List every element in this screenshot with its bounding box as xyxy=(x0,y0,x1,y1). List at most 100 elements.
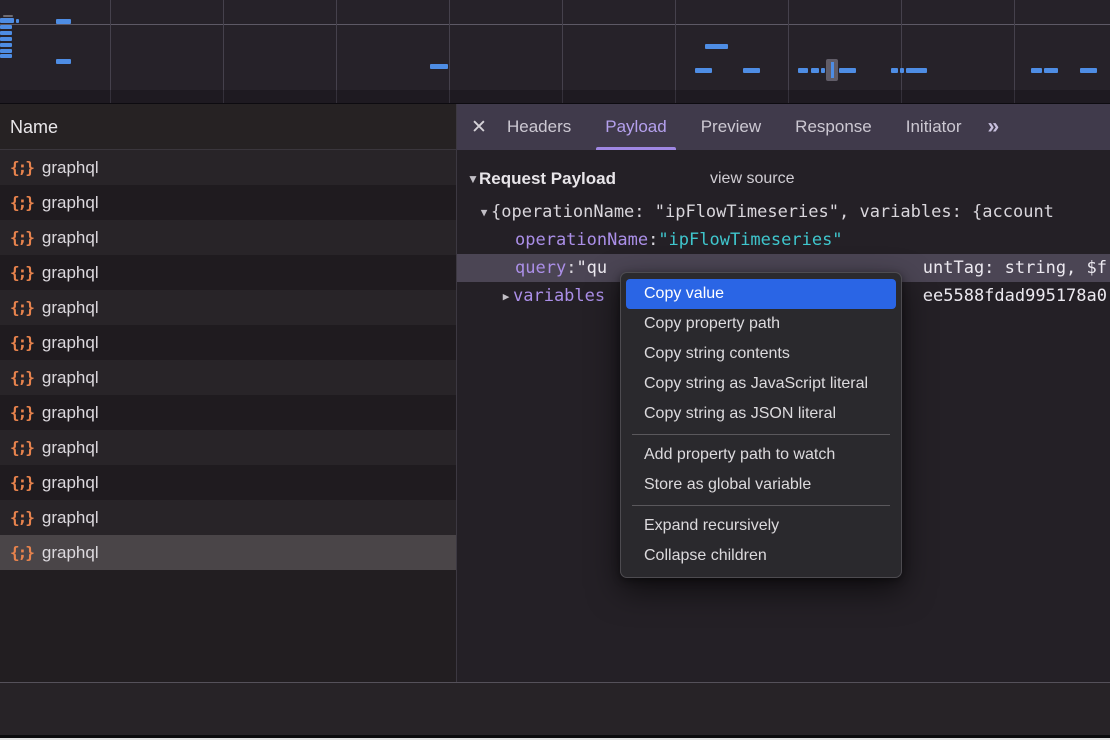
detail-tabbar: ✕ Headers Payload Preview Response Initiator… xyxy=(457,104,1110,150)
overview-request-bar xyxy=(798,68,808,73)
menu-item[interactable]: Collapse children xyxy=(626,541,896,571)
request-name: graphql xyxy=(42,368,99,388)
request-row[interactable]: {;}graphql xyxy=(0,150,456,185)
request-row[interactable]: {;}graphql xyxy=(0,255,456,290)
request-row[interactable]: {;} graphql xyxy=(0,535,456,570)
devtools-network-panel: Name {;}graphql{;}graphql{;}graphql{;}gr… xyxy=(0,0,1110,740)
property-key: query xyxy=(515,258,566,278)
overview-bottom-shade xyxy=(0,90,1110,104)
json-request-icon: {;} xyxy=(10,508,33,527)
property-key: operationName xyxy=(515,230,648,250)
request-name: graphql xyxy=(42,263,99,283)
close-icon[interactable]: ✕ xyxy=(471,116,497,139)
root-disclosure-icon[interactable]: ▼ xyxy=(477,206,491,219)
menu-item[interactable]: Store as global variable xyxy=(626,470,896,500)
request-row[interactable]: {;}graphql xyxy=(0,290,456,325)
request-name: graphql xyxy=(42,438,99,458)
overview-request-bar xyxy=(743,68,760,73)
overview-request-bar xyxy=(891,68,898,73)
overview-request-bar xyxy=(811,68,819,73)
detail-tabs: Headers Payload Preview Response Initiator xyxy=(507,104,961,150)
overview-request-bar xyxy=(56,19,71,24)
json-request-icon: {;} xyxy=(10,228,33,247)
request-name: graphql xyxy=(42,333,99,353)
overview-request-bar xyxy=(1080,68,1097,73)
json-request-icon: {;} xyxy=(10,473,33,492)
overview-vertical-gridline xyxy=(110,0,111,103)
overview-horizontal-gridline xyxy=(0,24,1110,25)
request-name: graphql xyxy=(42,543,99,563)
menu-separator xyxy=(632,434,890,435)
property-row-operation-name[interactable]: operationName: "ipFlowTimeseries" xyxy=(457,226,1110,254)
overview-request-bar xyxy=(1031,68,1042,73)
key-separator: : xyxy=(566,258,576,278)
request-row[interactable]: {;} graphql xyxy=(0,430,456,465)
request-row[interactable]: {;} graphql xyxy=(0,465,456,500)
json-request-icon: {;} xyxy=(10,158,33,177)
overview-vertical-gridline xyxy=(449,0,450,103)
section-title: Request Payload xyxy=(479,169,616,189)
tab-initiator[interactable]: Initiator xyxy=(906,104,962,150)
request-name: graphql xyxy=(42,473,99,493)
property-value-fragment: untTag: string, $f xyxy=(923,254,1107,282)
footer-area xyxy=(0,683,1110,735)
json-request-icon: {;} xyxy=(10,368,33,387)
overview-vertical-gridline xyxy=(901,0,902,103)
json-request-icon: {;} xyxy=(10,333,33,352)
menu-item[interactable]: Copy string as JavaScript literal xyxy=(626,369,896,399)
request-name: graphql xyxy=(42,193,99,213)
request-row[interactable]: {;} graphql xyxy=(0,325,456,360)
overview-request-bar xyxy=(0,54,12,58)
menu-item[interactable]: Copy value xyxy=(626,279,896,309)
overview-request-bar xyxy=(906,68,927,73)
root-object-preview: {operationName: "ipFlowTimeseries", vari… xyxy=(491,202,1054,222)
menu-item[interactable]: Copy string contents xyxy=(626,339,896,369)
overview-request-bar xyxy=(0,37,12,41)
overview-vertical-gridline xyxy=(1014,0,1015,103)
overview-gray-bar xyxy=(3,15,13,17)
overview-request-bar xyxy=(430,64,448,69)
menu-item[interactable]: Copy property path xyxy=(626,309,896,339)
root-object-row[interactable]: ▼ {operationName: "ipFlowTimeseries", va… xyxy=(457,198,1110,226)
menu-item[interactable]: Expand recursively xyxy=(626,511,896,541)
network-overview-timeline[interactable] xyxy=(0,0,1110,104)
variables-disclosure-icon[interactable]: ▶ xyxy=(499,290,513,303)
request-row[interactable]: {;}graphql xyxy=(0,500,456,535)
overview-request-bar xyxy=(0,25,12,29)
more-tabs-chevron-icon[interactable]: » xyxy=(987,115,998,139)
request-row[interactable]: {;} graphql xyxy=(0,360,456,395)
name-column-header[interactable]: Name xyxy=(0,104,456,150)
overview-request-bar xyxy=(695,68,712,73)
json-request-icon: {;} xyxy=(10,403,33,422)
overview-request-bar xyxy=(821,68,825,73)
tab-headers[interactable]: Headers xyxy=(507,104,571,150)
json-request-icon: {;} xyxy=(10,543,33,562)
key-separator: : xyxy=(648,230,658,250)
request-row[interactable]: {;} graphql xyxy=(0,220,456,255)
request-list-panel: Name {;}graphql{;}graphql{;}graphql{;}gr… xyxy=(0,104,456,682)
request-name: graphql xyxy=(42,228,99,248)
overview-request-bar xyxy=(0,31,12,35)
section-disclosure-icon[interactable]: ▼ xyxy=(467,172,479,186)
property-value: "ipFlowTimeseries" xyxy=(658,230,842,250)
overview-request-bar xyxy=(0,49,12,53)
tab-payload[interactable]: Payload xyxy=(605,104,666,150)
request-list: {;} graphql {;} graphql {;} graphql {;} graphql… xyxy=(0,150,456,570)
overview-request-bar xyxy=(0,43,12,47)
tab-response[interactable]: Response xyxy=(795,104,872,150)
tab-preview[interactable]: Preview xyxy=(701,104,761,150)
overview-request-bar xyxy=(0,18,14,23)
request-row[interactable]: {;}graphql xyxy=(0,185,456,220)
view-source-link[interactable]: view source xyxy=(710,164,794,194)
property-value-fragment: "qu xyxy=(576,258,607,278)
menu-item[interactable]: Copy string as JSON literal xyxy=(626,399,896,429)
property-key: variables xyxy=(513,286,605,306)
request-name: graphql xyxy=(42,403,99,423)
overview-vertical-gridline xyxy=(336,0,337,103)
context-menu: Copy valueCopy property pathCopy string … xyxy=(620,272,902,578)
request-row[interactable]: {;} graphql xyxy=(0,395,456,430)
request-payload-section[interactable]: ▼ Request Payload xyxy=(457,164,616,194)
overview-vertical-gridline xyxy=(788,0,789,103)
menu-item[interactable]: Add property path to watch xyxy=(626,440,896,470)
json-request-icon: {;} xyxy=(10,438,33,457)
